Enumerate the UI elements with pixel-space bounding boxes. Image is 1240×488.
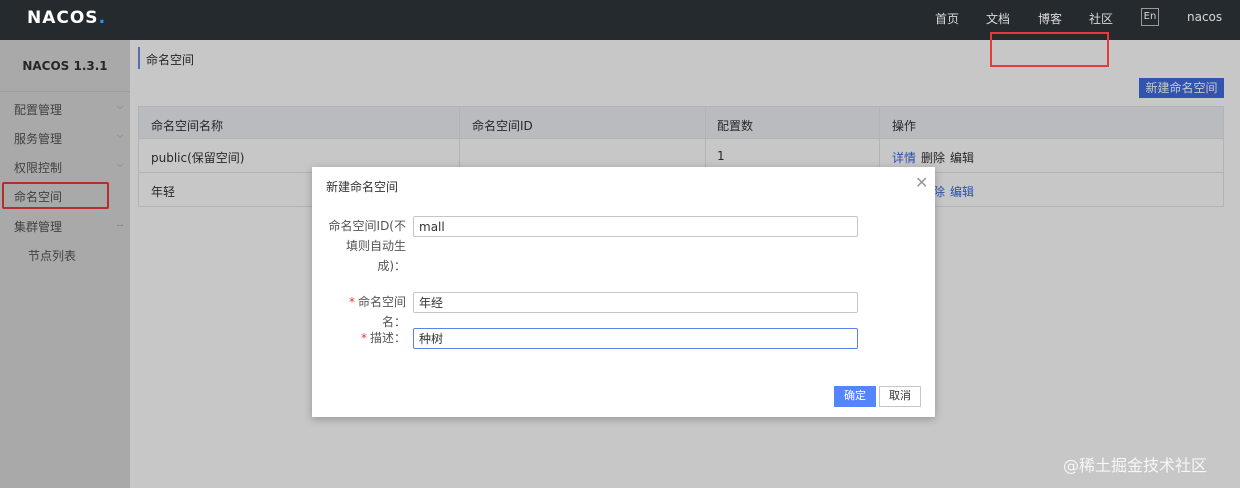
confirm-button[interactable]: 确定	[834, 386, 876, 407]
logo-text: NACOS	[27, 8, 99, 28]
required-mark: *	[360, 331, 367, 345]
namespace-id-label: 命名空间ID(不 填则自动生 成)：	[326, 216, 406, 276]
nav-docs[interactable]: 文档	[986, 10, 1010, 27]
highlight-box-new-button	[990, 32, 1109, 67]
nacos-logo[interactable]: NACOS.	[27, 8, 106, 28]
language-switch-button[interactable]: En	[1141, 8, 1159, 26]
label-text: 命名空间名：	[357, 295, 406, 329]
logo-dot: .	[98, 8, 107, 28]
user-name[interactable]: nacos	[1187, 10, 1222, 24]
dialog-title: 新建命名空间	[326, 180, 399, 194]
required-mark: *	[348, 295, 355, 309]
nav-blog[interactable]: 博客	[1038, 10, 1062, 27]
namespace-id-input[interactable]	[413, 216, 858, 237]
cancel-button[interactable]: 取消	[879, 386, 921, 407]
close-icon[interactable]: ✕	[915, 173, 928, 192]
namespace-name-input[interactable]	[413, 292, 858, 313]
namespace-name-label: * 命名空间名：	[326, 292, 406, 332]
description-label: * 描述：	[326, 328, 406, 348]
nav-home[interactable]: 首页	[935, 10, 959, 27]
description-input[interactable]	[413, 328, 858, 349]
label-line: 成)：	[377, 259, 406, 273]
label-line: 命名空间ID(不	[328, 219, 406, 233]
watermark: @稀土掘金技术社区	[1063, 456, 1208, 475]
label-text: 描述：	[369, 331, 406, 345]
label-line: 填则自动生	[345, 239, 406, 253]
new-namespace-dialog: 新建命名空间 ✕ 命名空间ID(不 填则自动生 成)： *命名空间名： *描述：…	[312, 167, 935, 417]
nav-community[interactable]: 社区	[1089, 10, 1113, 27]
